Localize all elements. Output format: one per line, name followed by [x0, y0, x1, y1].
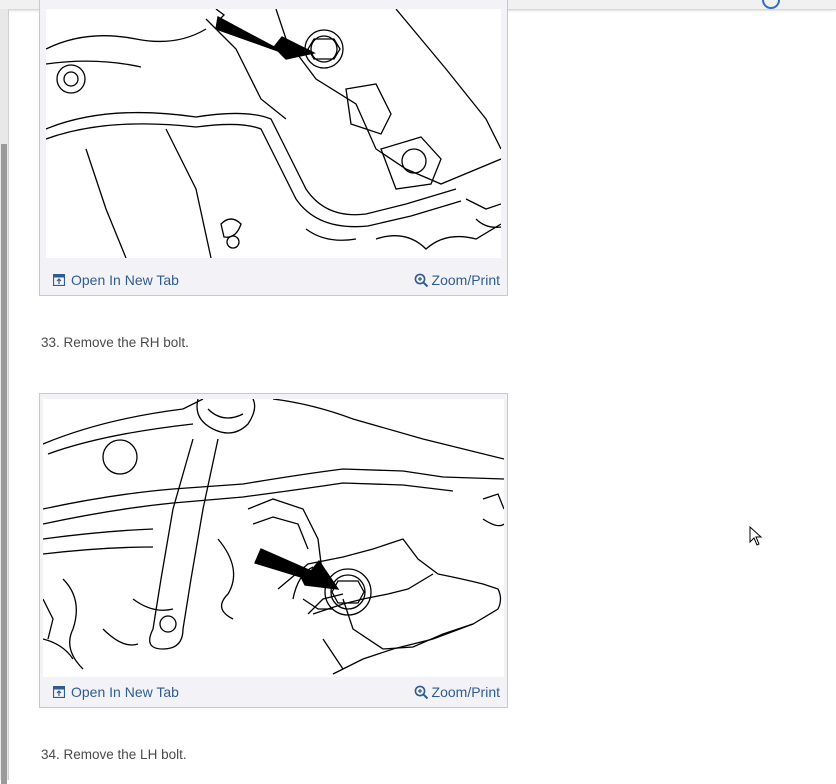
rh-bolt-drawing: [46, 9, 501, 258]
figure-toolbar: Open In New Tab Zoom/Print: [40, 678, 507, 707]
step-34-text: 34. Remove the LH bolt.: [41, 747, 187, 762]
zoom-print-label: Zoom/Print: [431, 272, 500, 288]
figure-rh-bolt: Open In New Tab Zoom/Print: [39, 0, 508, 296]
mouse-cursor-icon: [749, 526, 763, 546]
zoom-print-label: Zoom/Print: [431, 684, 500, 700]
figure-lh-bolt: Open In New Tab Zoom/Print: [39, 393, 508, 708]
zoom-print-link[interactable]: Zoom/Print: [414, 272, 500, 288]
left-scrollbar[interactable]: [0, 9, 9, 784]
step-33-text: 33. Remove the RH bolt.: [41, 335, 189, 350]
lh-bolt-illustration[interactable]: [43, 399, 504, 677]
magnifier-plus-icon: [414, 273, 428, 287]
zoom-print-link[interactable]: Zoom/Print: [414, 684, 500, 700]
rh-bolt-illustration[interactable]: [46, 9, 501, 258]
open-in-new-tab-link[interactable]: Open In New Tab: [53, 272, 179, 288]
lh-bolt-drawing: [43, 399, 504, 675]
open-in-new-tab-label: Open In New Tab: [71, 272, 179, 288]
magnifier-plus-icon: [414, 685, 428, 699]
figure-toolbar: Open In New Tab Zoom/Print: [40, 266, 507, 295]
open-in-new-tab-link[interactable]: Open In New Tab: [53, 684, 179, 700]
open-new-tab-icon: [53, 686, 65, 698]
open-in-new-tab-label: Open In New Tab: [71, 684, 179, 700]
scrollbar-thumb[interactable]: [1, 144, 7, 784]
open-new-tab-icon: [53, 274, 65, 286]
toolbar-button-icon[interactable]: [762, 0, 780, 9]
